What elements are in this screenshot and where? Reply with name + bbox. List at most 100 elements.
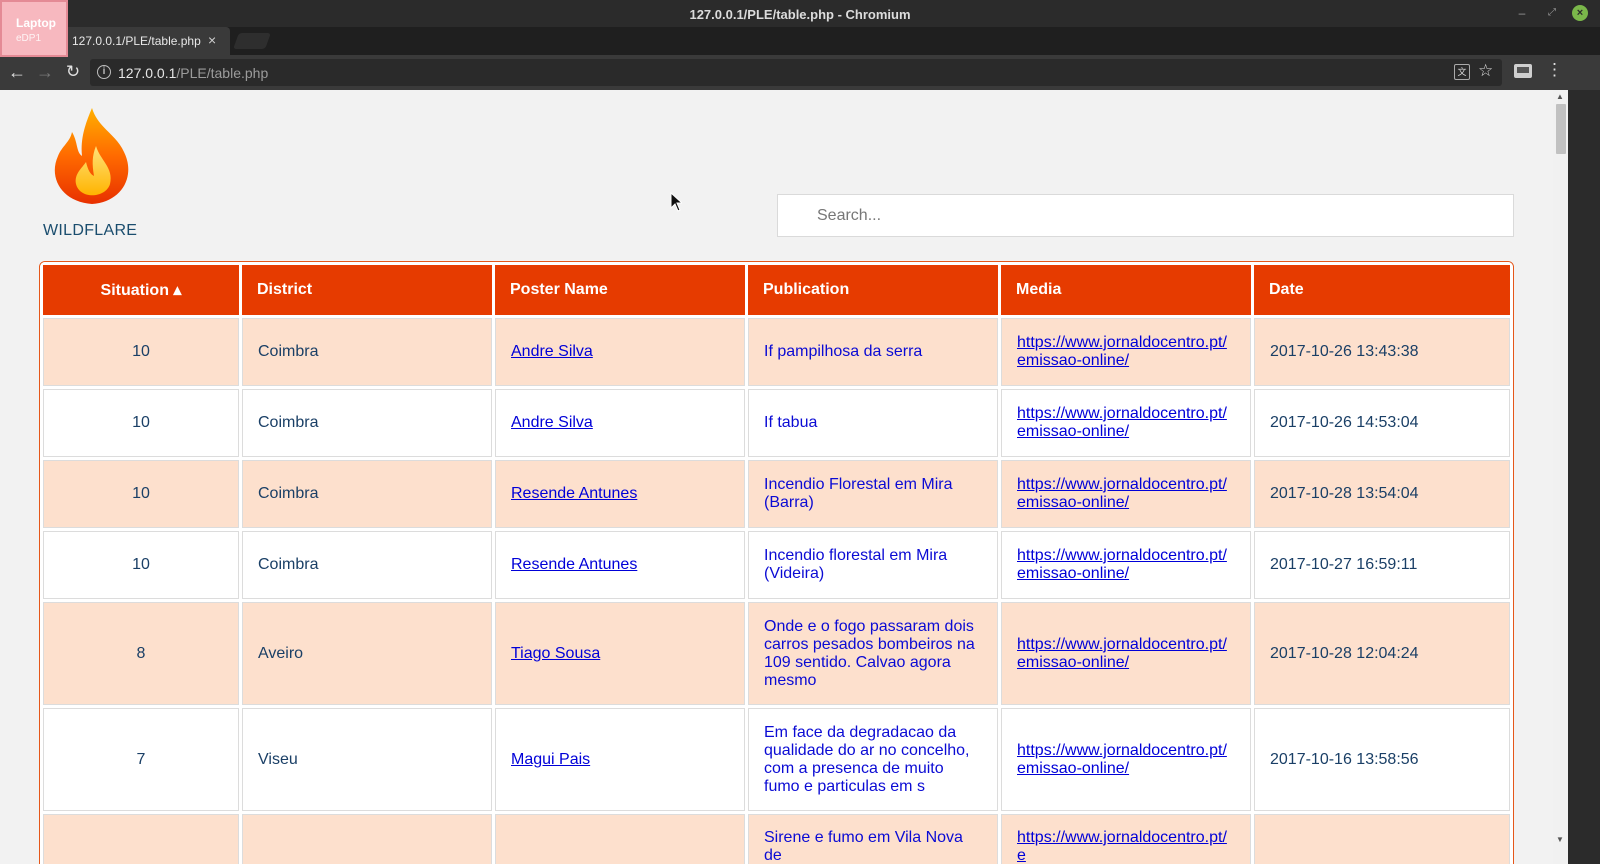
extension-icon[interactable] — [1514, 64, 1532, 78]
bookmark-star-icon[interactable]: ☆ — [1478, 61, 1493, 81]
cell-media: https://www.jornaldocentro.pt/emissao-on… — [1001, 389, 1251, 457]
cell-media: https://www.jornaldocentro.pt/emissao-on… — [1001, 602, 1251, 705]
back-icon[interactable]: ← — [6, 61, 28, 83]
search-input[interactable] — [777, 194, 1514, 237]
page-viewport: WILDFLARE Situation ▴ District Poster Na… — [0, 90, 1553, 864]
scrollbar-thumb[interactable] — [1556, 104, 1566, 154]
url-path: /PLE/table.php — [176, 65, 269, 81]
cell-district: Viseu — [242, 708, 492, 811]
media-link[interactable]: https://www.jornaldocentro.pt/emissao-on… — [1017, 476, 1227, 511]
cell-date: 2017-10-26 14:53:04 — [1254, 389, 1510, 457]
cell-date: 2017-10-28 12:04:24 — [1254, 602, 1510, 705]
cell-date: 2017-10-28 13:54:04 — [1254, 460, 1510, 528]
media-link[interactable]: https://www.jornaldocentro.pt/emissao-on… — [1017, 742, 1227, 777]
cell-district: Coimbra — [242, 318, 492, 386]
media-link[interactable]: https://www.jornaldocentro.pt/emissao-on… — [1017, 547, 1227, 582]
page-scrollbar[interactable]: ▲ ▼ — [1553, 90, 1568, 864]
cell-situation: 10 — [43, 389, 239, 457]
column-header-publication[interactable]: Publication — [748, 265, 998, 315]
cell-district: Coimbra — [242, 460, 492, 528]
column-header-media[interactable]: Media — [1001, 265, 1251, 315]
cell-media: https://www.jornaldocentro.pt/emissao-on… — [1001, 460, 1251, 528]
cell-poster: Andre Silva — [495, 389, 745, 457]
browser-menu-icon[interactable]: ⋮ — [1546, 60, 1563, 80]
cell-date: 2017-10-26 13:43:38 — [1254, 318, 1510, 386]
cell-situation: 7 — [43, 708, 239, 811]
media-link[interactable]: https://www.jornaldocentro.pt/e — [1017, 829, 1227, 864]
mouse-cursor-icon — [670, 192, 682, 212]
cell-publication: Incendio florestal em Mira (Videira) — [748, 531, 998, 599]
cell-district: Aveiro — [242, 602, 492, 705]
browser-toolbar: ← → ↻ i 127.0.0.1/PLE/table.php 文 ☆ ⋮ — [0, 55, 1600, 90]
display-badge-sub: eDP1 — [16, 33, 42, 44]
table-header-row: Situation ▴ District Poster Name Publica… — [43, 265, 1510, 315]
column-header-district[interactable]: District — [242, 265, 492, 315]
close-window-icon[interactable]: × — [1572, 5, 1588, 21]
forward-icon[interactable]: → — [34, 61, 56, 83]
cell-district — [242, 814, 492, 864]
display-badge-title: Laptop — [16, 16, 56, 30]
cell-poster: Resende Antunes — [495, 460, 745, 528]
poster-link[interactable]: Resende Antunes — [511, 556, 637, 573]
media-link[interactable]: https://www.jornaldocentro.pt/emissao-on… — [1017, 334, 1227, 369]
cell-district: Coimbra — [242, 389, 492, 457]
reload-icon[interactable]: ↻ — [62, 61, 84, 83]
address-url[interactable]: 127.0.0.1/PLE/table.php — [118, 65, 268, 81]
cell-situation: 10 — [43, 531, 239, 599]
cell-publication: Onde e o fogo passaram dois carros pesad… — [748, 602, 998, 705]
scroll-up-icon[interactable]: ▲ — [1556, 92, 1564, 101]
column-header-situation[interactable]: Situation ▴ — [43, 265, 239, 315]
fire-reports-table: Situation ▴ District Poster Name Publica… — [39, 261, 1514, 864]
table-row: Sirene e fumo em Vila Nova de https://ww… — [43, 814, 1510, 864]
window-title: 127.0.0.1/PLE/table.php - Chromium — [689, 7, 911, 22]
tab-close-icon[interactable]: × — [208, 32, 216, 48]
display-badge: Laptop eDP1 — [0, 0, 68, 57]
cell-publication: Incendio Florestal em Mira (Barra) — [748, 460, 998, 528]
media-link[interactable]: https://www.jornaldocentro.pt/emissao-on… — [1017, 405, 1227, 440]
cell-publication: Em face da degradacao da qualidade do ar… — [748, 708, 998, 811]
media-link[interactable]: https://www.jornaldocentro.pt/emissao-on… — [1017, 636, 1227, 671]
cell-media: https://www.jornaldocentro.pt/emissao-on… — [1001, 531, 1251, 599]
cell-poster: Magui Pais — [495, 708, 745, 811]
poster-link[interactable]: Tiago Sousa — [511, 645, 600, 662]
cell-publication: If tabua — [748, 389, 998, 457]
cell-situation — [43, 814, 239, 864]
cell-district: Coimbra — [242, 531, 492, 599]
cell-media: https://www.jornaldocentro.pt/e — [1001, 814, 1251, 864]
address-bar[interactable]: i 127.0.0.1/PLE/table.php 文 ☆ — [90, 59, 1502, 86]
poster-link[interactable]: Magui Pais — [511, 751, 590, 768]
minimize-icon[interactable]: – — [1513, 4, 1531, 22]
window-titlebar: 127.0.0.1/PLE/table.php - Chromium – ⤢ × — [0, 0, 1600, 27]
poster-link[interactable]: Andre Silva — [511, 414, 593, 431]
cell-situation: 10 — [43, 460, 239, 528]
column-header-poster-name[interactable]: Poster Name — [495, 265, 745, 315]
scroll-down-icon[interactable]: ▼ — [1556, 835, 1564, 844]
cell-poster: Resende Antunes — [495, 531, 745, 599]
cell-publication: If pampilhosa da serra — [748, 318, 998, 386]
cell-poster — [495, 814, 745, 864]
cell-situation: 8 — [43, 602, 239, 705]
translate-icon[interactable]: 文 — [1454, 64, 1470, 80]
column-header-date[interactable]: Date — [1254, 265, 1510, 315]
table-row: 7 Viseu Magui Pais Em face da degradacao… — [43, 708, 1510, 811]
maximize-icon[interactable]: ⤢ — [1543, 4, 1561, 22]
new-tab-button[interactable] — [233, 33, 271, 49]
flame-logo-icon — [54, 108, 129, 204]
table-row: 8 Aveiro Tiago Sousa Onde e o fogo passa… — [43, 602, 1510, 705]
table-row: 10 Coimbra Resende Antunes Incendio Flor… — [43, 460, 1510, 528]
cell-publication: Sirene e fumo em Vila Nova de — [748, 814, 998, 864]
table-row: 10 Coimbra Andre Silva If tabua https://… — [43, 389, 1510, 457]
cell-date: 2017-10-27 16:59:11 — [1254, 531, 1510, 599]
table-row: 10 Coimbra Resende Antunes Incendio flor… — [43, 531, 1510, 599]
cell-media: https://www.jornaldocentro.pt/emissao-on… — [1001, 318, 1251, 386]
poster-link[interactable]: Resende Antunes — [511, 485, 637, 502]
cell-date: 2017-10-16 13:58:56 — [1254, 708, 1510, 811]
poster-link[interactable]: Andre Silva — [511, 343, 593, 360]
cell-date — [1254, 814, 1510, 864]
site-info-icon[interactable]: i — [97, 65, 111, 79]
browser-tab[interactable]: 127.0.0.1/PLE/table.php × — [60, 27, 230, 55]
window-edge — [1568, 90, 1600, 864]
brand-name: WILDFLARE — [43, 222, 138, 239]
table-row: 10 Coimbra Andre Silva If pampilhosa da … — [43, 318, 1510, 386]
tab-title: 127.0.0.1/PLE/table.php — [72, 34, 201, 48]
